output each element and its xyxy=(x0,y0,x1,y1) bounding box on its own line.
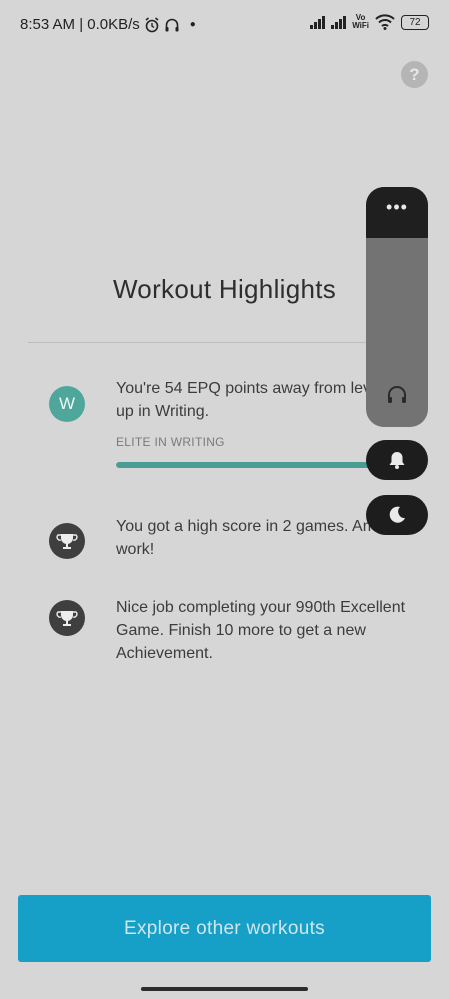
signal-icon xyxy=(310,15,326,29)
alarm-icon xyxy=(145,16,159,32)
home-indicator[interactable] xyxy=(141,987,308,991)
title-divider xyxy=(28,342,422,343)
headphones-icon[interactable] xyxy=(366,385,428,410)
status-time-speed: 8:53 AM | 0.0KB/s xyxy=(20,16,140,33)
trophy-icon xyxy=(49,600,85,636)
bell-icon xyxy=(389,452,405,469)
status-bar: 8:53 AM | 0.0KB/s ● Vo WiFi 72 xyxy=(0,0,449,50)
help-icon[interactable]: ? xyxy=(401,61,428,88)
level-label: ELITE IN WRITING xyxy=(116,435,225,449)
status-right: Vo WiFi 72 xyxy=(310,14,429,30)
vowifi-bottom: WiFi xyxy=(352,21,369,30)
explore-workouts-button[interactable]: Explore other workouts xyxy=(18,895,431,962)
trophy-icon xyxy=(49,523,85,559)
vowifi-indicator: Vo WiFi xyxy=(352,14,369,30)
signal-icon-2 xyxy=(331,15,347,29)
notification-dot-icon: ● xyxy=(189,19,196,30)
moon-button[interactable] xyxy=(366,495,428,535)
writing-badge: W xyxy=(49,386,85,422)
wifi-icon xyxy=(375,14,395,30)
bell-button[interactable] xyxy=(366,440,428,480)
overlay-menu-button[interactable]: ••• xyxy=(366,187,428,238)
headphones-status-icon xyxy=(165,18,179,31)
overlay-panel[interactable]: ••• xyxy=(366,187,428,427)
highlight-text: Nice job completing your 990th Excellent… xyxy=(116,599,406,662)
battery-icon: 72 xyxy=(401,14,429,30)
moon-icon xyxy=(389,506,405,523)
level-progress-fill xyxy=(116,462,386,468)
status-left: 8:53 AM | 0.0KB/s ● xyxy=(20,16,196,33)
